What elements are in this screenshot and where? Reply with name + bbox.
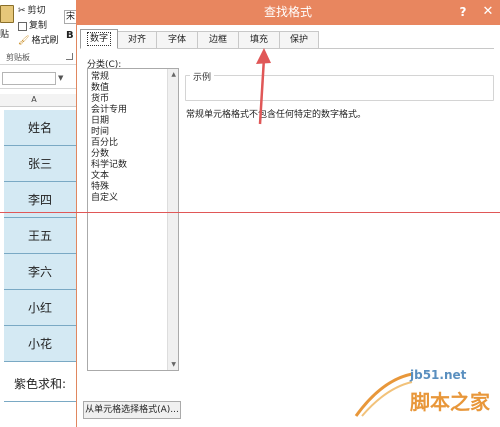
watermark-site: jb51.net xyxy=(410,368,467,382)
watermark-name: 脚本之家 xyxy=(410,390,490,414)
annotation-arrow-icon xyxy=(256,48,271,125)
column-header-a[interactable]: A xyxy=(0,94,68,106)
bold-button[interactable]: B xyxy=(66,30,74,41)
annotation-line xyxy=(0,212,500,213)
copy-button[interactable]: 复制 xyxy=(18,19,47,33)
copy-icon xyxy=(18,21,27,31)
cell-a2[interactable]: 张三 xyxy=(4,146,76,182)
list-item[interactable]: 科学记数 xyxy=(91,160,127,171)
scroll-down-icon[interactable]: ▼ xyxy=(171,361,176,368)
sample-label: 示例 xyxy=(190,70,215,83)
list-item[interactable]: 常规 xyxy=(91,72,109,83)
tab-divider xyxy=(80,48,494,49)
list-item[interactable]: 文本 xyxy=(91,171,109,182)
dialog-titlebar[interactable]: 查找格式 ? ✕ xyxy=(76,0,500,25)
name-box[interactable] xyxy=(2,72,56,85)
list-item[interactable]: 百分比 xyxy=(91,138,118,149)
cell-a5[interactable]: 李六 xyxy=(4,254,76,290)
close-icon[interactable]: ✕ xyxy=(480,3,496,21)
cell-a8[interactable]: 紫色求和: xyxy=(4,366,76,402)
sample-groupbox xyxy=(185,75,494,101)
list-item[interactable]: 会计专用 xyxy=(91,105,127,116)
formula-bar-row: ▼ xyxy=(0,70,80,89)
list-item[interactable]: 特殊 xyxy=(91,182,109,193)
scroll-up-icon[interactable]: ▲ xyxy=(171,71,176,78)
list-item[interactable]: 日期 xyxy=(91,116,109,127)
cut-button[interactable]: ✂ 剪切 xyxy=(18,4,46,18)
list-item[interactable]: 货币 xyxy=(91,94,109,105)
dialog-title: 查找格式 xyxy=(263,5,312,19)
cell-a7[interactable]: 小花 xyxy=(4,326,76,362)
brush-icon: 🖌 xyxy=(18,36,30,46)
list-item[interactable]: 时间 xyxy=(91,127,109,138)
cell-a4[interactable]: 王五 xyxy=(4,218,76,254)
list-item[interactable]: 分数 xyxy=(91,149,109,160)
dialog-launcher-icon[interactable] xyxy=(66,53,73,60)
scissors-icon: ✂ xyxy=(18,6,26,16)
tab-number[interactable]: 数字 xyxy=(80,29,118,49)
chevron-down-icon[interactable]: ▼ xyxy=(58,74,63,82)
listbox-scrollbar[interactable]: ▲ ▼ xyxy=(167,69,178,370)
clipboard-group-label: 剪贴板 xyxy=(6,53,30,62)
paste-label[interactable]: 贴 xyxy=(0,27,9,40)
paste-icon[interactable] xyxy=(0,5,14,23)
tab-strip: 数字 对齐 字体 边框 填充 保护 xyxy=(80,29,319,49)
tab-protection[interactable]: 保护 xyxy=(279,31,319,48)
tab-font[interactable]: 字体 xyxy=(156,31,198,48)
cell-a1[interactable]: 姓名 xyxy=(4,110,76,146)
watermark-logo-icon xyxy=(354,372,413,417)
cell-a6[interactable]: 小红 xyxy=(4,290,76,326)
choose-format-from-cell-button[interactable]: 从单元格选择格式(A)... xyxy=(83,401,181,419)
ribbon-clipboard-group: 贴 ✂ 剪切 复制 🖌 格式刷 宋 B 剪贴板 xyxy=(0,0,80,65)
help-icon[interactable]: ? xyxy=(455,3,471,21)
tab-alignment[interactable]: 对齐 xyxy=(117,31,157,48)
category-listbox[interactable]: 常规 数值 货币 会计专用 日期 时间 百分比 分数 科学记数 文本 特殊 自定… xyxy=(87,68,179,371)
list-item[interactable]: 自定义 xyxy=(91,193,118,204)
format-painter-button[interactable]: 🖌 格式刷 xyxy=(18,34,58,48)
list-item[interactable]: 数值 xyxy=(91,83,109,94)
column-header-row: A xyxy=(0,94,80,107)
tab-border[interactable]: 边框 xyxy=(197,31,239,48)
